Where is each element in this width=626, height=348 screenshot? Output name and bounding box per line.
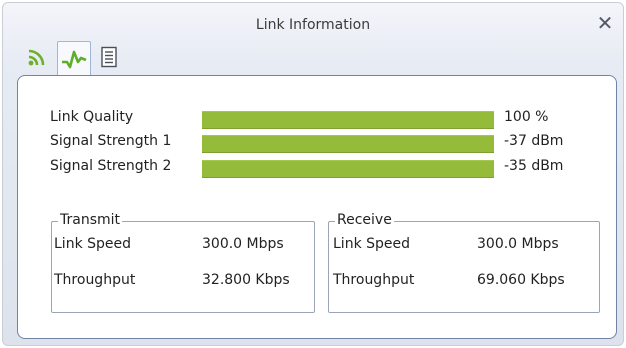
waveform-icon xyxy=(62,50,87,68)
document-icon xyxy=(101,46,117,68)
link-quality-label: Link Quality xyxy=(50,109,134,125)
link-quality-value: 100 % xyxy=(504,109,549,125)
transmit-link-speed-label: Link Speed xyxy=(54,236,132,252)
receive-throughput-value: 69.060 Kbps xyxy=(477,272,565,288)
link-info-panel: Link Quality 100 % Signal Strength 1 -37… xyxy=(17,75,617,339)
transmit-group: Transmit Link Speed 300.0 Mbps Throughpu… xyxy=(51,212,315,313)
signal-strength-2-value: -35 dBm xyxy=(504,158,564,174)
tab-info[interactable] xyxy=(93,41,125,73)
wifi-signal-icon xyxy=(28,49,45,66)
receive-link-speed-value: 300.0 Mbps xyxy=(477,236,559,252)
signal-strength-1-bar xyxy=(202,135,494,153)
receive-title: Receive xyxy=(335,212,394,228)
signal-strength-1-label: Signal Strength 1 xyxy=(50,133,172,149)
signal-strength-2-bar xyxy=(202,160,494,178)
tab-signal[interactable] xyxy=(21,41,53,73)
link-quality-bar xyxy=(202,111,494,129)
transmit-link-speed-value: 300.0 Mbps xyxy=(202,236,284,252)
signal-strength-1-value: -37 dBm xyxy=(504,133,564,149)
transmit-title: Transmit xyxy=(58,212,123,228)
transmit-throughput-value: 32.800 Kbps xyxy=(202,272,290,288)
signal-strength-2-label: Signal Strength 2 xyxy=(50,158,172,174)
receive-group: Receive Link Speed 300.0 Mbps Throughput… xyxy=(328,212,600,313)
window-title: Link Information xyxy=(255,17,371,33)
receive-link-speed-label: Link Speed xyxy=(333,236,411,252)
link-information-window: Link Information ✕ Link Quality 100 % Si… xyxy=(2,2,624,346)
receive-throughput-label: Throughput xyxy=(333,272,415,288)
close-icon[interactable]: ✕ xyxy=(595,13,615,33)
transmit-throughput-label: Throughput xyxy=(54,272,136,288)
tab-link[interactable] xyxy=(57,41,91,75)
